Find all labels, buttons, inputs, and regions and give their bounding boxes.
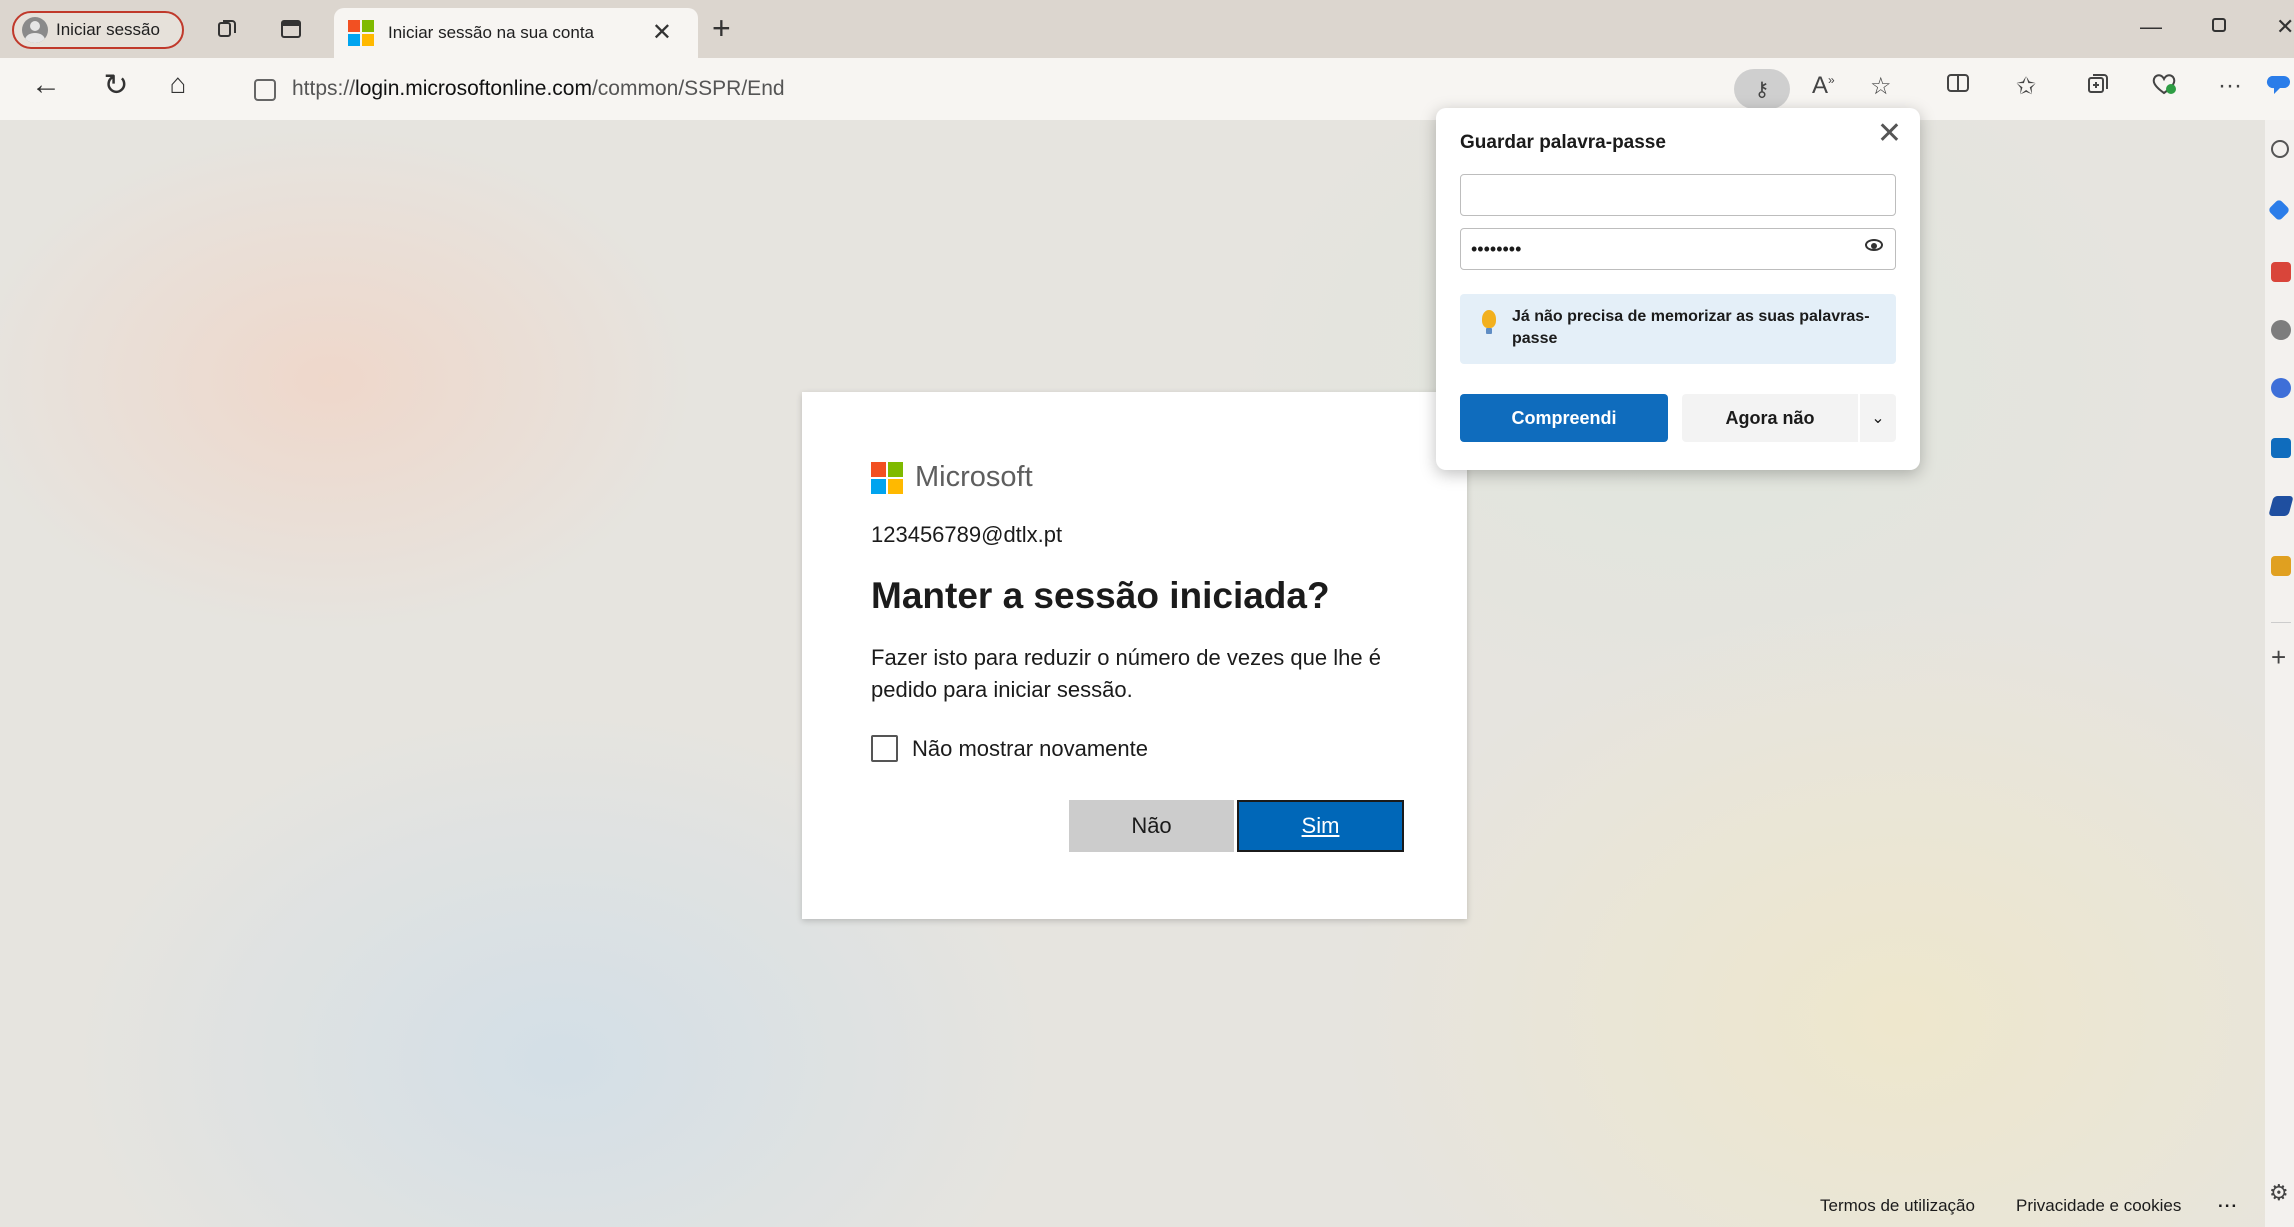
refresh-icon[interactable]: ↻ [98,68,134,103]
save-password-popup: Guardar palavra-passe ✕ •••••••• Já não … [1436,108,1920,470]
minimize-icon[interactable]: — [2140,14,2162,40]
more-label: ··· [2218,72,2242,99]
close-popup-icon[interactable]: ✕ [1877,116,1902,151]
tab-strip: Iniciar sessão Iniciar sessão na sua con… [0,0,2294,58]
chevron-down-icon[interactable]: ⌄ [1860,394,1896,442]
shopping-icon[interactable] [2271,262,2291,282]
account-identity: 123456789@dtlx.pt [871,522,1063,547]
password-input[interactable]: •••••••• [1460,228,1896,270]
terms-link[interactable]: Termos de utilização [1820,1196,1975,1216]
dont-show-again-row[interactable]: Não mostrar novamente [871,735,1148,762]
brand-name: Microsoft [915,461,1033,493]
new-tab-icon[interactable]: + [712,10,731,47]
split-screen-icon[interactable] [1946,72,1970,101]
profile-label: Iniciar sessão [56,20,160,39]
lightbulb-icon [1482,310,1496,334]
url-host: login.microsoftonline.com [355,77,592,100]
tab-title: Iniciar sessão na sua conta [388,23,595,42]
url-protocol: https:// [292,77,356,100]
games-icon[interactable] [2271,378,2291,398]
url-path: /common/SSPR/End [591,77,785,100]
avatar [22,17,48,43]
sidebar-divider [2271,622,2291,623]
tab-active[interactable]: Iniciar sessão na sua conta ✕ [334,8,698,58]
address-bar-row: ← ↻ ⌂ https://login.microsoftonline.com /… [0,58,2294,121]
tip-banner: Já não precisa de memorizar as suas pala… [1460,294,1896,364]
back-icon[interactable]: ← [28,68,64,102]
tip-text: Já não precisa de memorizar as suas pala… [1512,308,1870,347]
dont-show-again-label: Não mostrar novamente [912,735,1148,761]
page-title: Manter a sessão iniciada? [871,575,1330,616]
microsoft-logo-icon [871,461,903,494]
password-key-icon[interactable]: ⚷ [1734,69,1790,109]
password-value: •••••••• [1471,238,1522,259]
footer-more-button[interactable]: ... [2218,1192,2238,1212]
search-icon[interactable] [2271,140,2289,158]
close-window-icon[interactable]: ✕ [2276,14,2294,40]
privacy-link[interactable]: Privacidade e cookies [2016,1196,2181,1216]
popup-title: Guardar palavra-passe [1460,132,1666,153]
read-aloud-label: A [1812,72,1829,99]
people-icon[interactable] [2271,320,2291,340]
lock-icon[interactable] [254,79,276,101]
copilot-icon[interactable] [2266,72,2292,105]
brand: Microsoft [871,461,1033,494]
close-tab-icon[interactable]: ✕ [652,18,672,47]
restore-icon[interactable] [2210,14,2228,40]
edge-sidebar: + ⚙ [2265,120,2294,1227]
url-field[interactable]: https://login.microsoftonline.com/common… [228,67,1798,111]
username-input[interactable] [1460,174,1896,216]
microsoft-logo-icon [348,20,374,46]
understood-button[interactable]: Compreendi [1460,394,1668,442]
not-now-button[interactable]: Agora não [1682,394,1858,442]
browser-essentials-icon[interactable] [2150,72,2178,103]
send-icon[interactable] [2268,496,2294,516]
profile-button[interactable]: Iniciar sessão [12,11,184,49]
copilot-sidebar-icon[interactable] [2267,198,2291,222]
favorites-icon[interactable]: ✩ [2016,72,2036,101]
tools-icon[interactable] [2271,556,2291,576]
yes-button[interactable]: Sim [1237,800,1404,852]
more-options-icon[interactable]: ··· [2218,72,2242,100]
collections-toolbar-icon[interactable] [2086,72,2110,103]
sidebar-settings-icon[interactable]: ⚙ [2269,1180,2289,1206]
tab-actions-icon[interactable] [276,14,306,44]
collections-icon[interactable] [212,14,242,44]
show-password-icon[interactable] [1865,239,1883,251]
add-sidebar-icon[interactable]: + [2271,642,2286,673]
home-icon[interactable]: ⌂ [160,68,196,100]
dont-show-again-checkbox[interactable] [871,735,898,762]
description: Fazer isto para reduzir o número de veze… [871,645,1381,702]
read-aloud-icon[interactable]: A» [1812,72,1835,100]
favorite-star-icon[interactable]: ☆ [1870,72,1892,101]
outlook-icon[interactable] [2271,438,2291,458]
login-card: Microsoft 123456789@dtlx.pt Manter a ses… [802,392,1467,919]
no-button[interactable]: Não [1069,800,1234,852]
